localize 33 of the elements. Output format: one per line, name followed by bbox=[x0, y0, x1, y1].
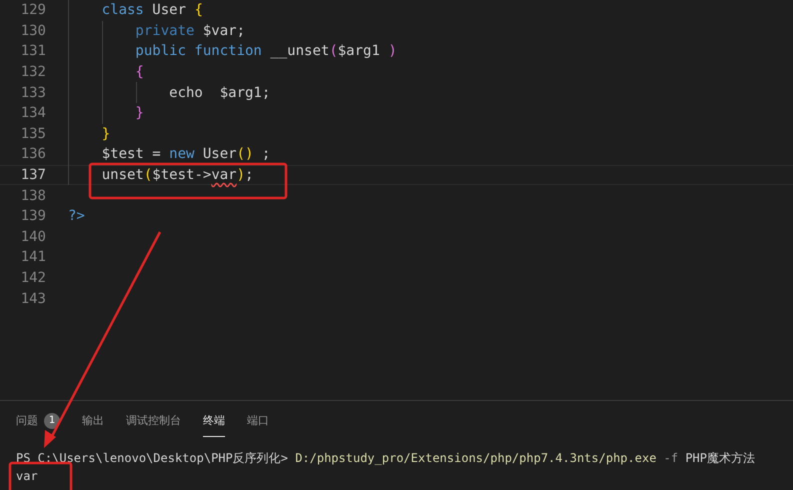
line-number: 135 bbox=[20, 126, 46, 142]
line-number: 143 bbox=[20, 290, 46, 307]
code-line: public function __unset($arg1 ) bbox=[68, 41, 397, 62]
line-number: 139 bbox=[20, 208, 46, 224]
line-number: 136 bbox=[20, 146, 46, 162]
code-line: } bbox=[68, 124, 110, 144]
code-line: class User { bbox=[68, 0, 203, 21]
line-number: 138 bbox=[20, 188, 46, 204]
code-line: { bbox=[68, 62, 144, 82]
panel-tab[interactable]: 输出 bbox=[82, 409, 104, 437]
count-badge: 1 bbox=[44, 412, 60, 428]
code-line: ?> bbox=[68, 207, 85, 226]
code-line: private $var; bbox=[68, 20, 246, 42]
line-number: 132 bbox=[20, 64, 46, 80]
code-line: unset($test->var); bbox=[68, 164, 254, 186]
terminal-line: var bbox=[16, 468, 38, 485]
line-number: 140 bbox=[20, 228, 46, 245]
line-number: 134 bbox=[20, 105, 46, 122]
panel-tab[interactable]: 终端 bbox=[203, 409, 225, 437]
code-line: echo $arg1; bbox=[68, 82, 270, 103]
line-number: 133 bbox=[20, 84, 46, 101]
line-number: 129 bbox=[20, 2, 46, 18]
terminal-line: PS C:\Users\lenovo\Desktop\PHP反序列化> D:/phpstudy_pro/Extensions/php/php7.4.3nts/php.exe -f PHP魔术方法 bbox=[16, 450, 756, 467]
line-number: 137 bbox=[20, 167, 46, 184]
panel-tab[interactable]: 问题 1 bbox=[16, 409, 60, 437]
line-number: 142 bbox=[20, 270, 46, 286]
code-line: } bbox=[68, 102, 144, 124]
panel-tab[interactable]: 端口 bbox=[247, 409, 269, 437]
panel-tab[interactable]: 调试控制台 bbox=[126, 409, 181, 437]
line-number: 131 bbox=[20, 43, 46, 60]
line-number: 130 bbox=[20, 22, 46, 39]
code-line: $test = new User() ; bbox=[68, 144, 270, 165]
line-number: 141 bbox=[20, 249, 46, 266]
